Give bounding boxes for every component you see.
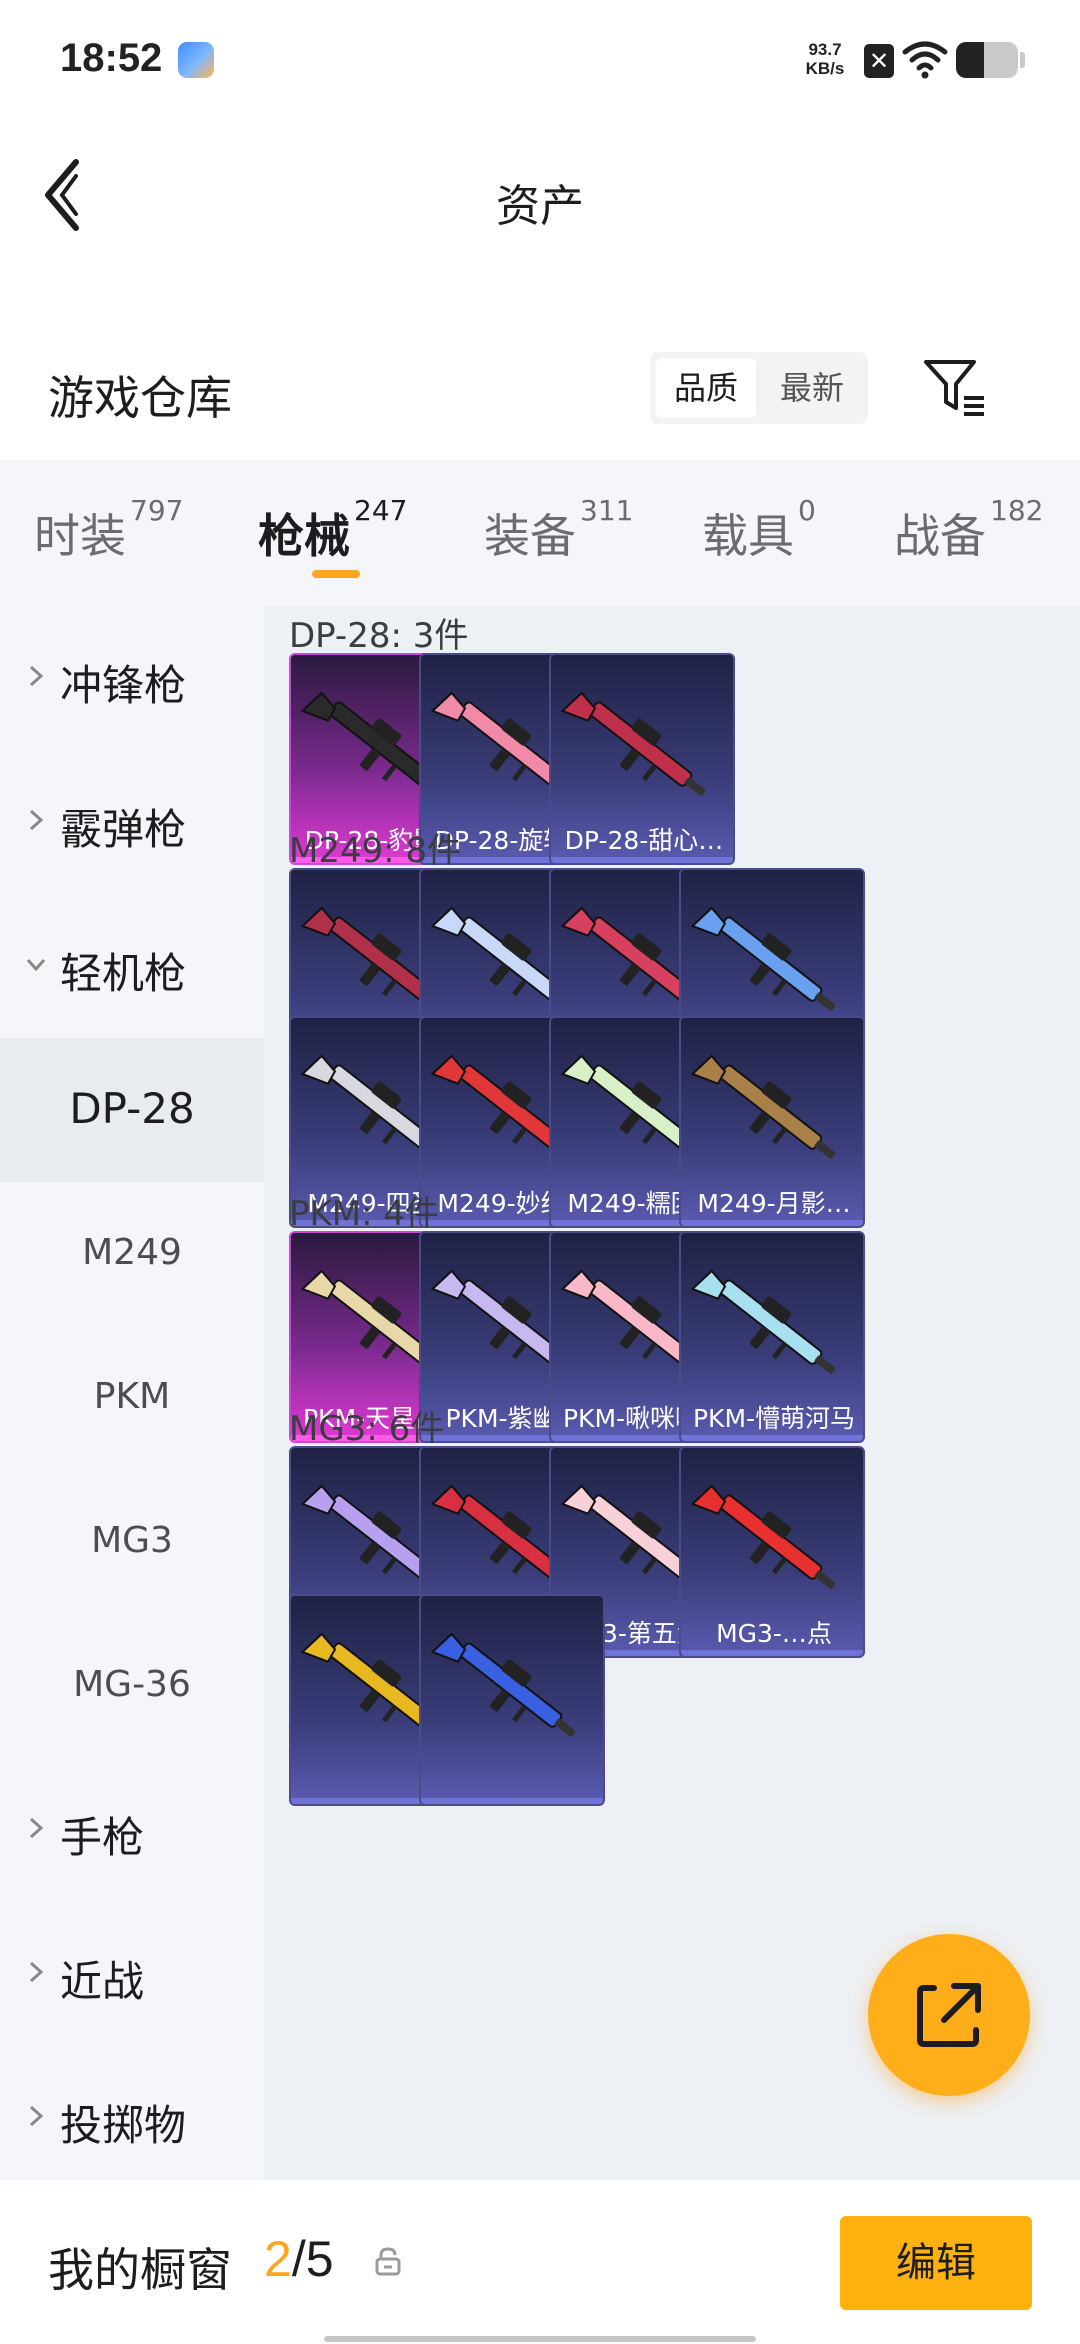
home-indicator bbox=[324, 2336, 756, 2342]
sidebar-group-smg[interactable]: 冲锋枪 bbox=[0, 606, 264, 750]
weapon-type-sidebar: 冲锋枪 霰弹枪 轻机枪 DP-28 M249 PKM MG3 MG-36 手枪 … bbox=[0, 606, 264, 2180]
tab-active-indicator bbox=[312, 570, 360, 578]
sidebar-item-label: MG3 bbox=[91, 1520, 173, 1561]
sidebar-item-mg36[interactable]: MG-36 bbox=[0, 1614, 264, 1758]
status-time: 18:52 bbox=[60, 36, 163, 80]
sort-newest-option[interactable]: 最新 bbox=[762, 358, 862, 418]
tab-count: 182 bbox=[990, 494, 1044, 527]
tab-count: 0 bbox=[798, 494, 816, 527]
sidebar-group-label: 投掷物 bbox=[60, 2101, 187, 2150]
status-bar: 18:52 93.7 KB/s ✕ bbox=[0, 0, 1080, 120]
chevron-right-icon bbox=[29, 1961, 44, 1983]
tab-fashion[interactable]: 时装 797 bbox=[34, 494, 183, 566]
showcase-total: 5 bbox=[305, 2231, 334, 2287]
tab-firearms[interactable]: 枪械 247 bbox=[258, 494, 407, 566]
close-box-icon: ✕ bbox=[864, 44, 894, 78]
sidebar-group-melee[interactable]: 近战 bbox=[0, 1902, 264, 2046]
gun-skin-image bbox=[691, 1269, 836, 1374]
showcase-count: 2/5 bbox=[264, 2230, 334, 2288]
network-speed-unit: KB/s bbox=[805, 59, 845, 78]
chevron-down-icon bbox=[26, 959, 46, 972]
showcase-separator: / bbox=[291, 2231, 306, 2287]
showcase-label: 我的橱窗 bbox=[48, 2243, 232, 2297]
showcase-current: 2 bbox=[264, 2231, 292, 2287]
gun-skin-image bbox=[691, 1484, 836, 1589]
chevron-right-icon bbox=[29, 2105, 44, 2127]
rarity-bar bbox=[551, 857, 733, 863]
tab-label: 枪械 bbox=[258, 509, 350, 563]
gun-skin-image bbox=[561, 691, 706, 796]
sidebar-group-label: 近战 bbox=[60, 1957, 145, 2006]
chevron-right-icon bbox=[29, 1817, 44, 1839]
battery-tip bbox=[1020, 52, 1025, 68]
edit-button[interactable]: 编辑 bbox=[840, 2216, 1032, 2310]
battery-level bbox=[956, 42, 984, 78]
sidebar-item-dp28[interactable]: DP-28 bbox=[0, 1038, 264, 1182]
chevron-right-icon bbox=[29, 665, 44, 687]
sidebar-group-label: 霰弹枪 bbox=[60, 805, 187, 854]
gun-skin-image bbox=[691, 1054, 836, 1159]
sidebar-item-label: DP-28 bbox=[69, 1084, 195, 1133]
chevron-right-icon bbox=[29, 809, 44, 831]
tab-count: 797 bbox=[130, 494, 184, 527]
network-speed: 93.7 KB/s bbox=[800, 40, 850, 78]
sidebar-item-pkm[interactable]: PKM bbox=[0, 1326, 264, 1470]
tab-label: 装备 bbox=[484, 509, 576, 563]
skin-name: M249-月影… bbox=[697, 1189, 851, 1218]
skin-card[interactable]: M249-月影… bbox=[679, 1016, 865, 1228]
tab-label: 时装 bbox=[34, 509, 126, 563]
page-title: 资产 bbox=[496, 181, 584, 232]
tab-tactical[interactable]: 战备 182 bbox=[894, 494, 1043, 566]
skin-name: PKM-懵萌河马 bbox=[692, 1404, 856, 1433]
gun-skin-image bbox=[431, 1632, 576, 1737]
tab-label: 战备 bbox=[894, 509, 986, 563]
sidebar-group-label: 冲锋枪 bbox=[60, 661, 187, 710]
skin-card[interactable]: PKM-懵萌河马 bbox=[679, 1231, 865, 1443]
sidebar-item-label: PKM bbox=[93, 1376, 171, 1417]
sidebar-item-m249[interactable]: M249 bbox=[0, 1182, 264, 1326]
section-title: PKM: 4件 bbox=[289, 1194, 440, 1234]
skin-name: MG3-…点 bbox=[716, 1619, 832, 1648]
tab-count: 311 bbox=[580, 494, 634, 527]
section-title: M249: 8件 bbox=[289, 831, 462, 871]
rarity-bar bbox=[681, 1220, 863, 1226]
wifi-icon bbox=[902, 41, 948, 79]
sidebar-group-label: 轻机枪 bbox=[60, 949, 187, 998]
tab-count: 247 bbox=[354, 494, 408, 527]
sidebar-group-label: 手枪 bbox=[60, 1813, 145, 1862]
tab-equipment[interactable]: 装备 311 bbox=[484, 494, 633, 566]
sidebar-item-label: M249 bbox=[82, 1232, 182, 1273]
skin-card[interactable]: DP-28-甜心… bbox=[549, 653, 735, 865]
section-title: MG3: 6件 bbox=[289, 1409, 445, 1449]
lock-icon bbox=[375, 2247, 401, 2276]
showcase-bar: 我的橱窗 2/5 编辑 bbox=[0, 2180, 1080, 2344]
tab-label: 载具 bbox=[702, 509, 794, 563]
section-title: DP-28: 3件 bbox=[289, 616, 469, 656]
share-icon bbox=[917, 1983, 981, 2047]
category-tabs: 时装 797 枪械 247 装备 311 载具 0 战备 182 bbox=[0, 460, 1080, 606]
sidebar-group-lmg[interactable]: 轻机枪 bbox=[0, 894, 264, 1038]
sidebar-group-throwables[interactable]: 投掷物 bbox=[0, 2046, 264, 2180]
battery-icon bbox=[956, 42, 1018, 78]
skin-card[interactable]: MG3-…点 bbox=[679, 1446, 865, 1658]
network-speed-value: 93.7 bbox=[808, 40, 842, 59]
tab-vehicles[interactable]: 载具 0 bbox=[702, 494, 816, 566]
app-notification-icon bbox=[178, 42, 214, 78]
share-button[interactable] bbox=[868, 1934, 1030, 2096]
sort-toggle: 品质 最新 bbox=[650, 352, 868, 424]
rarity-bar bbox=[681, 1650, 863, 1656]
sidebar-group-shotgun[interactable]: 霰弹枪 bbox=[0, 750, 264, 894]
sidebar-item-mg3[interactable]: MG3 bbox=[0, 1470, 264, 1614]
sidebar-group-pistol[interactable]: 手枪 bbox=[0, 1758, 264, 1902]
skin-card[interactable] bbox=[419, 1594, 605, 1806]
sort-quality-option[interactable]: 品质 bbox=[656, 358, 756, 418]
warehouse-title: 游戏仓库 bbox=[48, 371, 232, 425]
rarity-bar bbox=[421, 1798, 603, 1804]
skin-name: DP-28-甜心… bbox=[564, 826, 724, 855]
filter-icon[interactable] bbox=[920, 352, 990, 422]
rarity-bar bbox=[681, 1435, 863, 1441]
sidebar-item-label: MG-36 bbox=[73, 1664, 191, 1705]
